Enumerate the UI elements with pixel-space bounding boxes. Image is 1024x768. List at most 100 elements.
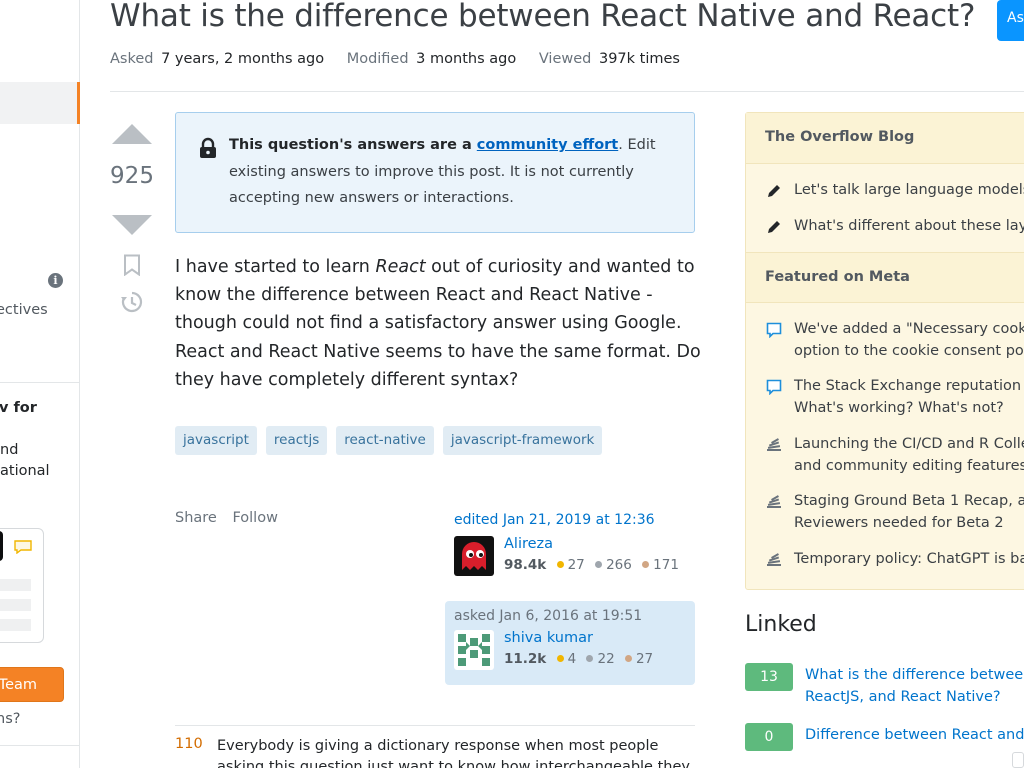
linked-question-link[interactable]: What is the difference betweer ReactJS, a… (805, 665, 1024, 708)
question-meta: Asked 7 years, 2 months ago Modified 3 m… (110, 51, 698, 67)
sidebar-divider (0, 382, 80, 383)
avatar[interactable] (454, 630, 494, 670)
scroll-indicator[interactable] (1012, 752, 1024, 768)
question-body: I have started to learn React out of cur… (175, 253, 705, 394)
notice-bold: This question's answers are a (229, 137, 477, 153)
meta-item[interactable]: Launching the CI/CD and R Colle and commu… (766, 434, 1024, 478)
why-teams-link[interactable]: ns? (0, 711, 20, 727)
silver-badge-count: 266 (606, 557, 632, 573)
tag-list: javascript reactjs react-native javascri… (175, 426, 603, 455)
viewed-label: Viewed (538, 51, 592, 67)
editor-user: Alireza 98.4k 27 266 171 (454, 536, 694, 578)
sidebar-widget: The Overflow Blog Let's talk large langu… (745, 112, 1024, 590)
meta-item-link[interactable]: Temporary policy: ChatGPT is ba (794, 549, 1024, 571)
bronze-badge-icon (624, 655, 632, 662)
chat-bubble-icon (14, 540, 32, 554)
meta-item[interactable]: The Stack Exchange reputation s What's wo… (766, 376, 1024, 420)
blog-item-link[interactable]: Let's talk large language models (794, 180, 1024, 202)
sidebar-divider (0, 745, 80, 746)
asker-name-link[interactable]: shiva kumar (504, 630, 593, 646)
gold-badge-count: 27 (567, 557, 585, 573)
meta-item[interactable]: Staging Ground Beta 1 Recap, an Reviewers… (766, 491, 1024, 535)
silver-badge-icon (586, 655, 594, 662)
meta-item[interactable]: We've added a "Necessary cooki option to … (766, 319, 1024, 363)
silver-badge-count: 22 (597, 651, 615, 667)
tag-javascript[interactable]: javascript (175, 426, 257, 455)
stackexchange-icon (767, 438, 781, 451)
asker-reputation: 11.2k 4 22 27 (504, 651, 659, 667)
viewed-value: 397k times (598, 51, 680, 67)
meta-item-link[interactable]: Staging Ground Beta 1 Recap, an Reviewers… (794, 491, 1024, 534)
stackexchange-icon (767, 553, 781, 566)
teams-promo-text: nd (0, 442, 19, 458)
meta-chat-icon (766, 379, 782, 395)
header-divider (110, 91, 1024, 92)
tag-javascript-framework[interactable]: javascript-framework (442, 426, 603, 455)
sidebar-item-collectives[interactable]: ectives (0, 302, 48, 318)
stackexchange-icon (767, 495, 781, 508)
follow-link[interactable]: Follow (232, 510, 277, 526)
reputation-score: 98.4k (504, 557, 547, 573)
body-emphasis: React (375, 257, 426, 277)
teams-promo-text: ational (0, 463, 50, 479)
linked-item[interactable]: 13 What is the difference betweer ReactJS… (745, 663, 1024, 705)
notice-text: This question's answers are a community … (229, 132, 669, 212)
vote-count: 925 (110, 163, 154, 189)
gold-badge-icon (556, 561, 564, 568)
editor-card: edited Jan 21, 2019 at 12:36 Alireza 98.… (454, 512, 694, 578)
featured-meta-title: Featured on Meta (746, 252, 1024, 303)
meta-item-link[interactable]: Launching the CI/CD and R Colle and commu… (794, 434, 1024, 477)
community-effort-link[interactable]: community effort (477, 137, 618, 153)
upvote-arrow-icon[interactable] (112, 124, 152, 144)
meta-item[interactable]: Temporary policy: ChatGPT is ba (766, 549, 1024, 571)
info-icon[interactable]: i (48, 273, 63, 288)
bronze-badge-count: 171 (653, 557, 679, 573)
left-sidebar: i ectives v for nd ational Team ns? (0, 0, 80, 768)
silver-badge-icon (595, 561, 603, 568)
asked-value: 7 years, 2 months ago (161, 51, 325, 67)
asked-label: Asked (110, 51, 154, 67)
tag-react-native[interactable]: react-native (336, 426, 434, 455)
bronze-badge-icon (642, 561, 650, 568)
bronze-badge-count: 27 (635, 651, 654, 667)
editor-name-link[interactable]: Alireza (504, 536, 553, 552)
blog-item-link[interactable]: What's different about these lay (794, 216, 1024, 238)
meta-item-link[interactable]: We've added a "Necessary cooki option to … (794, 319, 1024, 362)
meta-chat-icon (766, 322, 782, 338)
bookmark-icon[interactable] (122, 254, 142, 276)
asker-card: asked Jan 6, 2016 at 19:51 shiva kumar 1… (445, 601, 695, 685)
linked-score-badge: 13 (745, 663, 793, 691)
comments-divider (175, 725, 695, 726)
asked-timestamp: asked Jan 6, 2016 at 19:51 (454, 608, 643, 624)
comment-text: Everybody is giving a dictionary respons… (217, 738, 690, 768)
pencil-icon (768, 185, 780, 197)
meta-item-link[interactable]: The Stack Exchange reputation s What's wo… (794, 376, 1024, 419)
editor-reputation: 98.4k 27 266 171 (504, 557, 685, 573)
edited-timestamp-link[interactable]: edited Jan 21, 2019 at 12:36 (454, 512, 694, 528)
community-notice: This question's answers are a community … (175, 112, 695, 233)
reputation-score: 11.2k (504, 651, 547, 667)
linked-question-link[interactable]: Difference between React and (805, 725, 1024, 747)
create-team-button[interactable]: Team (0, 667, 64, 702)
share-link[interactable]: Share (175, 510, 217, 526)
sidebar-item-questions-active[interactable] (0, 82, 80, 124)
avatar[interactable] (454, 536, 494, 576)
lock-icon (200, 137, 216, 158)
question-title[interactable]: What is the difference between React Nat… (110, 0, 975, 34)
post-actions: Share Follow (175, 510, 289, 526)
teams-promo-title: v for (0, 400, 37, 416)
overflow-blog-title: The Overflow Blog (746, 113, 1024, 164)
asker-user: shiva kumar 11.2k 4 22 27 (454, 630, 686, 672)
gold-badge-count: 4 (567, 651, 577, 667)
comment-score: 110 (175, 736, 203, 752)
linked-item[interactable]: 0 Difference between React and (745, 723, 1024, 763)
linked-title: Linked (745, 612, 817, 637)
modified-value[interactable]: 3 months ago (416, 51, 516, 67)
body-text: I have started to learn (175, 257, 376, 277)
modified-label: Modified (346, 51, 409, 67)
ask-question-button[interactable]: Ask (997, 0, 1024, 41)
gold-badge-icon (556, 655, 564, 662)
tag-reactjs[interactable]: reactjs (265, 426, 328, 455)
downvote-arrow-icon[interactable] (112, 215, 152, 235)
history-icon[interactable] (120, 290, 144, 314)
